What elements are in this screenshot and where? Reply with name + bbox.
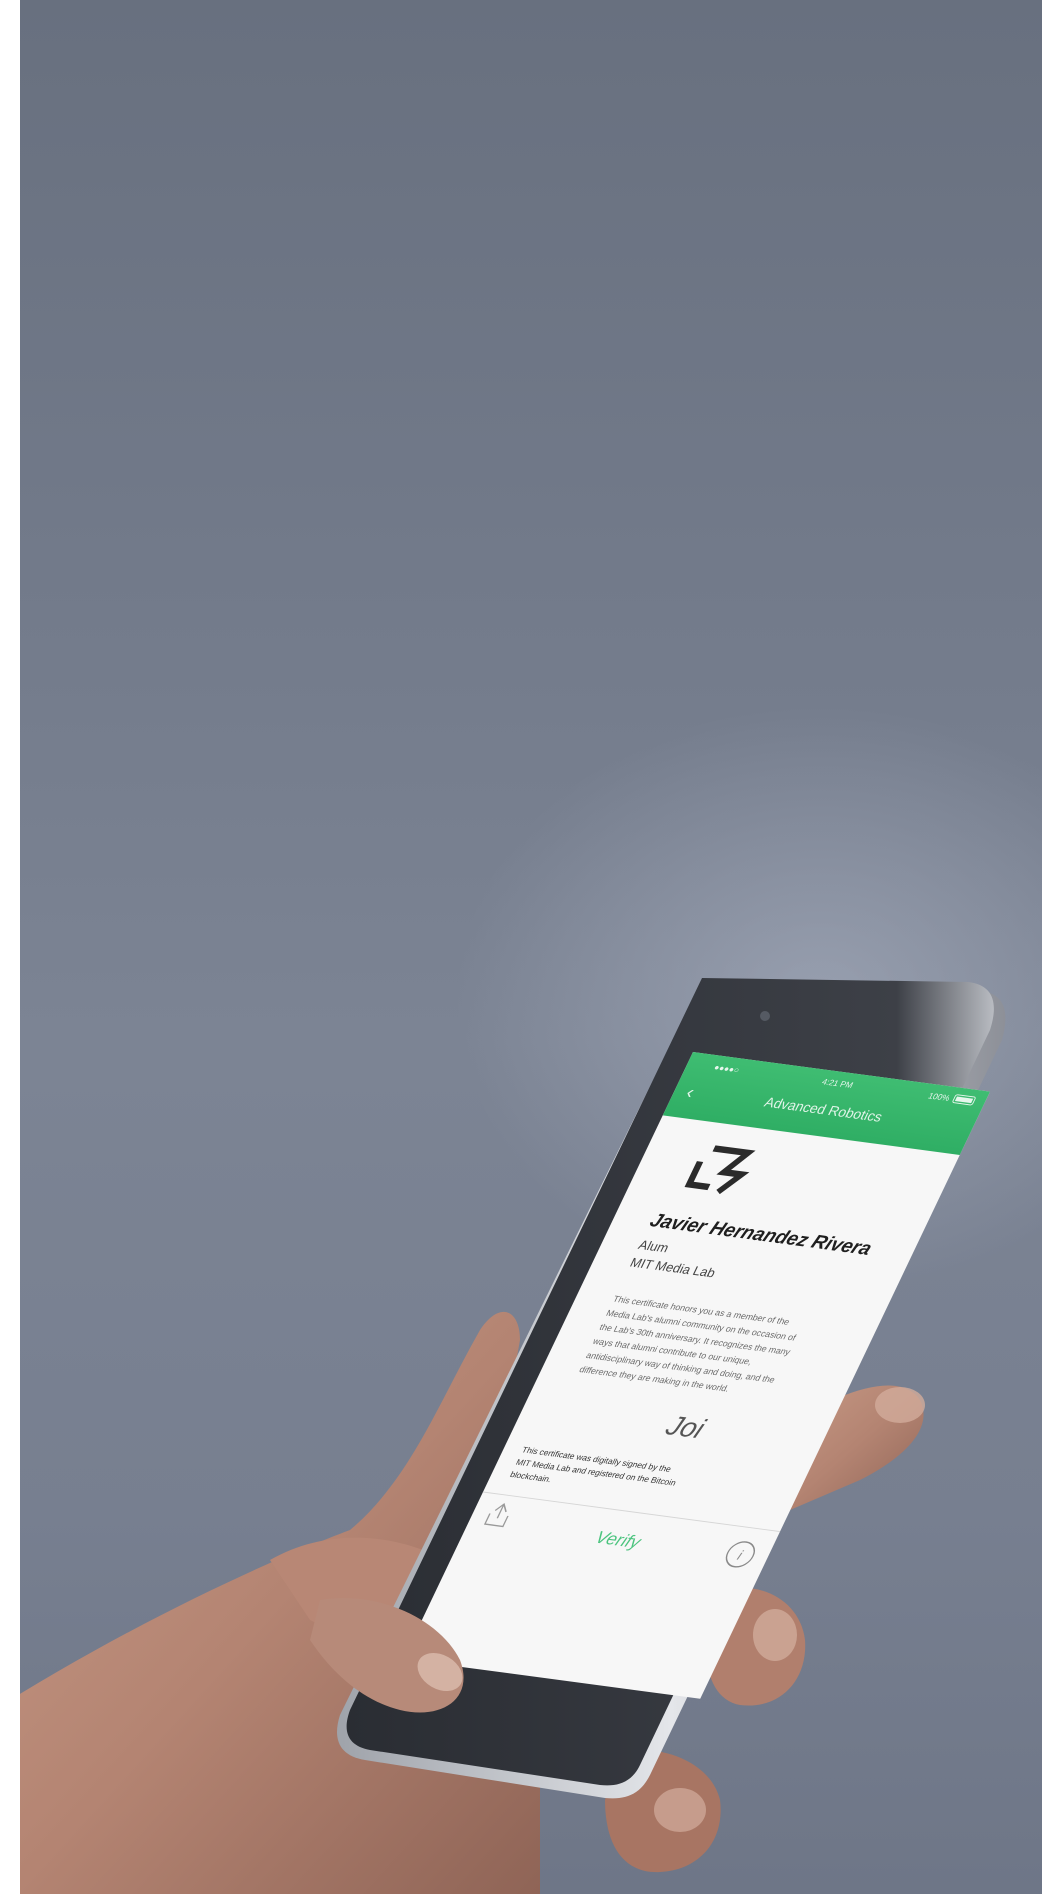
camera-icon — [760, 1011, 770, 1021]
scene-svg: ●●●●○ 4:21 PM 100% ‹ Advanced Robotics J… — [20, 978, 1006, 1894]
photo-scene: ●●●●○ 4:21 PM 100% ‹ Advanced Robotics J… — [20, 0, 1042, 1894]
